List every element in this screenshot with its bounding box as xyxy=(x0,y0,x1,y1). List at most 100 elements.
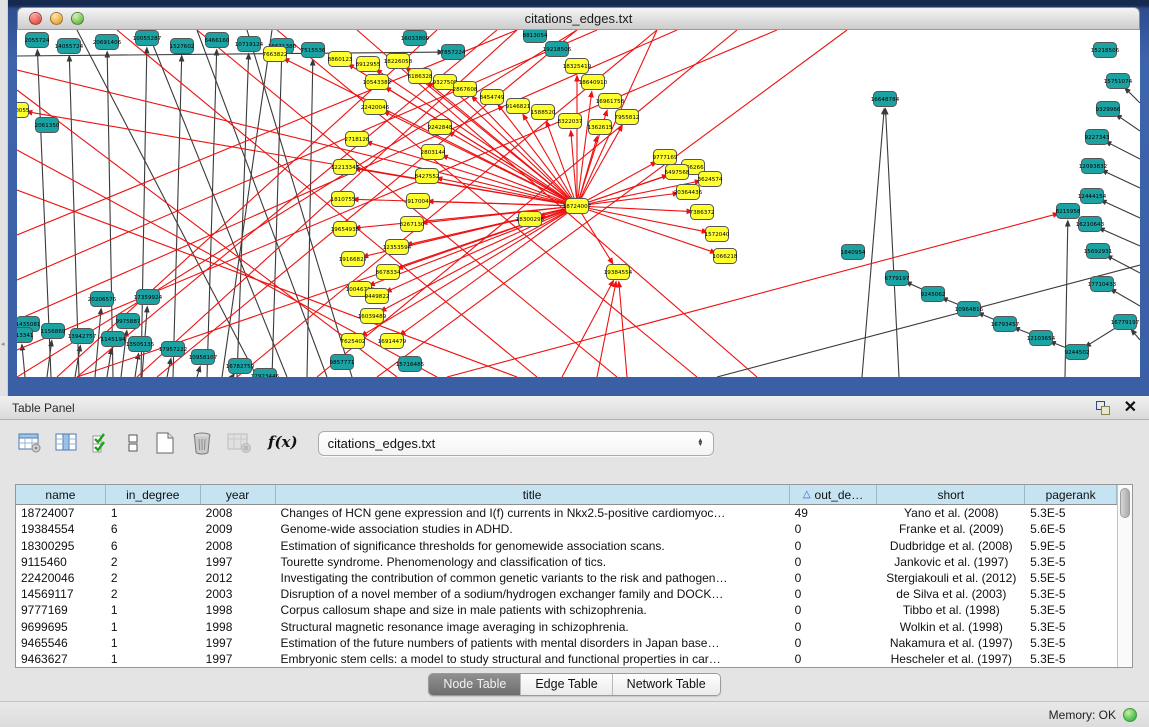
network-node[interactable]: 9245062 xyxy=(921,287,946,302)
network-node[interactable]: 7515536 xyxy=(301,43,326,58)
network-edge[interactable] xyxy=(562,281,613,377)
table-cell[interactable]: 22420046 xyxy=(16,571,106,585)
table-cell[interactable]: 5.5E-5 xyxy=(1025,571,1117,585)
network-node[interactable]: 9227343 xyxy=(1085,130,1110,145)
network-node[interactable]: 8678334 xyxy=(376,265,401,280)
create-table-icon[interactable] xyxy=(153,431,177,455)
tab-node-table[interactable]: Node Table xyxy=(429,674,521,695)
table-cell[interactable]: 5.6E-5 xyxy=(1025,522,1117,536)
network-node[interactable]: 18640910 xyxy=(579,75,608,90)
network-edge[interactable] xyxy=(107,349,111,377)
network-edge[interactable] xyxy=(862,109,884,377)
network-node[interactable]: 1527602 xyxy=(170,39,195,54)
function-builder-icon[interactable]: f(x) xyxy=(268,433,298,451)
column-header-out_de[interactable]: △out_de… xyxy=(790,485,878,504)
table-cell[interactable]: Yano et al. (2008) xyxy=(877,506,1025,520)
network-node[interactable]: 6779197 xyxy=(885,271,910,286)
network-node[interactable]: 16914479 xyxy=(378,334,407,349)
memory-status-icon[interactable] xyxy=(1123,708,1137,722)
network-node[interactable]: 13505135 xyxy=(126,337,155,352)
network-edge[interactable] xyxy=(232,374,234,377)
rows-mode-icon[interactable] xyxy=(126,432,140,454)
network-node[interactable]: 9329966 xyxy=(1096,102,1121,117)
network-node[interactable]: 12923446 xyxy=(251,369,280,378)
table-cell[interactable]: Corpus callosum shape and size in male p… xyxy=(276,603,790,617)
network-edge[interactable] xyxy=(1102,170,1140,188)
network-node[interactable]: 19166827 xyxy=(339,252,368,267)
scrollbar-thumb[interactable] xyxy=(1120,488,1130,518)
table-cell[interactable]: 2 xyxy=(106,587,201,601)
table-cell[interactable]: Changes of HCN gene expression and I(f) … xyxy=(276,506,790,520)
table-cell[interactable]: 0 xyxy=(790,652,878,666)
table-cell[interactable]: Hescheler et al. (1997) xyxy=(877,652,1025,666)
network-node[interactable]: 17710433 xyxy=(1088,277,1117,292)
network-node[interactable]: 15751074 xyxy=(1104,74,1133,89)
network-edge[interactable] xyxy=(447,214,1058,377)
table-cell[interactable]: 0 xyxy=(790,603,878,617)
network-node[interactable]: 2803144 xyxy=(421,145,446,160)
table-cell[interactable]: 18724007 xyxy=(16,506,106,520)
table-cell[interactable]: 9463627 xyxy=(16,652,106,666)
network-edge[interactable] xyxy=(1106,142,1140,159)
network-node[interactable]: 18300295 xyxy=(516,212,545,227)
network-node[interactable]: 10958107 xyxy=(189,350,218,365)
network-node[interactable]: 9313341 xyxy=(17,328,34,343)
table-cell[interactable]: 5.3E-5 xyxy=(1025,603,1117,617)
network-node[interactable]: 12444154 xyxy=(1078,189,1107,204)
network-node[interactable]: 7386372 xyxy=(690,205,715,220)
network-node[interactable]: 10719124 xyxy=(235,37,264,52)
table-cell[interactable]: 6 xyxy=(106,522,201,536)
delete-table-icon[interactable] xyxy=(190,431,214,455)
table-cell[interactable]: 1997 xyxy=(201,555,276,569)
network-node[interactable]: 1362615 xyxy=(588,120,613,135)
network-node[interactable]: 8267130 xyxy=(400,217,425,232)
table-cell[interactable]: Embryonic stem cells: a model to study s… xyxy=(276,652,790,666)
network-node[interactable]: 8322037 xyxy=(558,114,583,129)
network-node[interactable]: 7663822 xyxy=(263,47,288,62)
tab-network-table[interactable]: Network Table xyxy=(613,674,720,695)
network-node[interactable]: 19384554 xyxy=(604,265,633,280)
table-cell[interactable]: 1 xyxy=(106,620,201,634)
network-edge[interactable] xyxy=(886,109,899,377)
network-node[interactable]: 18226058 xyxy=(384,54,413,69)
table-cell[interactable]: 1998 xyxy=(201,620,276,634)
network-node[interactable]: 9777169 xyxy=(653,150,678,165)
network-node[interactable]: 1145194 xyxy=(101,332,126,347)
network-edge[interactable] xyxy=(197,367,200,377)
network-edge[interactable] xyxy=(1107,256,1140,273)
table-row[interactable]: 977716911998Corpus callosum shape and si… xyxy=(16,602,1117,618)
network-node[interactable]: 18325419 xyxy=(563,59,592,74)
table-cell[interactable]: Estimation of the future numbers of pati… xyxy=(276,636,790,650)
network-edge[interactable] xyxy=(577,206,692,212)
network-node[interactable]: 16210643 xyxy=(1076,217,1105,232)
table-cell[interactable]: 2012 xyxy=(201,571,276,585)
table-row[interactable]: 1830029562008Estimation of significance … xyxy=(16,538,1117,554)
network-node[interactable]: 13942757 xyxy=(68,329,97,344)
network-edge[interactable] xyxy=(717,265,1140,377)
table-row[interactable]: 1456911722003Disruption of a novel membe… xyxy=(16,586,1117,602)
network-node[interactable]: 7955812 xyxy=(615,110,640,125)
left-panel-splitter[interactable]: ◂ xyxy=(0,0,8,396)
network-node[interactable]: 16779197 xyxy=(1111,315,1140,330)
table-cell[interactable]: 0 xyxy=(790,587,878,601)
network-node[interactable]: 6497568 xyxy=(665,165,690,180)
network-node[interactable]: 9146821 xyxy=(506,99,531,114)
network-node[interactable]: 8215958 xyxy=(1056,204,1081,219)
network-node[interactable]: 8186328 xyxy=(408,69,433,84)
table-cell[interactable]: de Silva et al. (2003) xyxy=(877,587,1025,601)
table-cell[interactable]: 5.3E-5 xyxy=(1025,506,1117,520)
table-settings-icon[interactable] xyxy=(18,432,42,454)
splitter-arrow-icon[interactable]: ◂ xyxy=(1,340,5,348)
table-row[interactable]: 946554611997Estimation of the future num… xyxy=(16,635,1117,651)
table-cell[interactable]: Dudbridge et al. (2008) xyxy=(877,539,1025,553)
network-node[interactable]: 2718126 xyxy=(345,132,370,147)
column-header-short[interactable]: short xyxy=(877,485,1025,504)
network-node[interactable]: 12103654 xyxy=(1027,331,1056,346)
table-cell[interactable]: 0 xyxy=(790,555,878,569)
network-node[interactable]: 1810755 xyxy=(331,192,356,207)
network-node[interactable]: 22420046 xyxy=(361,100,390,115)
table-cell[interactable]: 9115460 xyxy=(16,555,106,569)
network-node[interactable]: 12213343 xyxy=(331,160,360,175)
table-cell[interactable]: 5.3E-5 xyxy=(1025,587,1117,601)
network-edge[interactable] xyxy=(400,206,577,335)
